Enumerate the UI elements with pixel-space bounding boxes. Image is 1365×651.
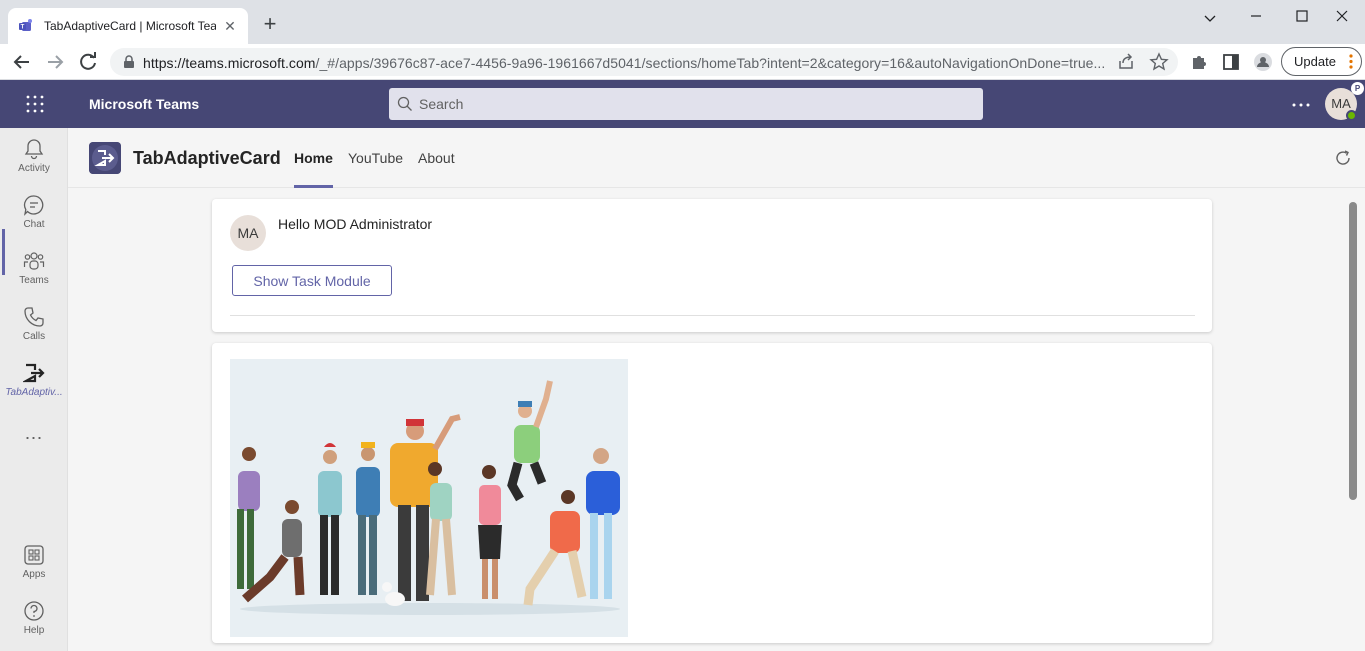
new-tab-button[interactable]: + <box>260 13 280 35</box>
more-vert-icon[interactable] <box>1349 54 1353 69</box>
rail-label-apps: Apps <box>22 569 46 580</box>
address-bar[interactable]: https://teams.microsoft.com/_#/apps/3967… <box>110 48 1178 76</box>
phone-icon <box>24 307 44 327</box>
forward-arrow-icon[interactable] <box>43 50 67 74</box>
rail-item-teams[interactable]: Teams <box>0 250 68 302</box>
app-exit-icon <box>23 363 45 383</box>
rail-label-tabadaptivecard: TabAdaptiv... <box>5 387 63 398</box>
rail-item-tabadaptivecard[interactable]: TabAdaptiv... <box>0 362 68 414</box>
more-options-icon[interactable] <box>1291 102 1311 108</box>
card-divider <box>230 315 1195 316</box>
refresh-icon[interactable] <box>1334 149 1352 167</box>
update-label: Update <box>1294 54 1336 69</box>
rail-item-apps[interactable]: Apps <box>0 544 68 596</box>
update-button[interactable]: Update <box>1281 47 1362 76</box>
card-avatar: MA <box>230 215 266 251</box>
tab-home[interactable]: Home <box>294 150 333 166</box>
app-title: TabAdaptiveCard <box>133 148 281 168</box>
url-path: /_#/apps/39676c87-ace7-4456-9a96-1961667… <box>315 55 1106 71</box>
rail-item-help[interactable]: Help <box>0 600 68 651</box>
rail-label-teams: Teams <box>19 275 49 286</box>
back-arrow-icon[interactable] <box>10 50 34 74</box>
rail-active-indicator <box>2 229 5 275</box>
rail-label-help: Help <box>23 625 45 636</box>
url-text[interactable]: https://teams.microsoft.com/_#/apps/3967… <box>143 55 1108 71</box>
url-host: https://teams.microsoft.com <box>143 55 316 71</box>
rail-item-activity[interactable]: Activity <box>0 138 68 190</box>
app-header: TabAdaptiveCard Home YouTube About <box>68 128 1365 188</box>
app-launcher-waffle-icon[interactable] <box>25 94 45 114</box>
profile-icon[interactable] <box>1253 52 1273 72</box>
profile-badge: P <box>1351 82 1364 95</box>
app-logo-icon <box>89 142 121 174</box>
teams-app-name: Microsoft Teams <box>89 96 200 112</box>
rail-item-calls[interactable]: Calls <box>0 306 68 358</box>
greeting-text: Hello MOD Administrator <box>278 216 433 232</box>
rail-label-calls: Calls <box>22 331 46 342</box>
presence-available-icon <box>1346 110 1357 121</box>
tab-youtube[interactable]: YouTube <box>348 150 403 166</box>
search-icon <box>397 96 412 111</box>
tab-about[interactable]: About <box>418 150 455 166</box>
rail-label-activity: Activity <box>18 163 50 174</box>
help-icon <box>24 601 44 621</box>
svg-text:T: T <box>21 25 25 31</box>
rail-item-chat[interactable]: Chat <box>0 194 68 246</box>
image-card <box>212 343 1212 643</box>
search-input[interactable] <box>419 88 969 120</box>
group-of-people-illustration <box>237 380 620 615</box>
side-panel-icon[interactable] <box>1221 52 1241 72</box>
rail-label-chat: Chat <box>23 219 45 230</box>
rail-more-apps[interactable]: ⋯ <box>0 428 68 448</box>
more-apps-icon: ⋯ <box>24 428 44 448</box>
app-rail: Activity Chat Teams Calls TabAdaptiv... … <box>0 128 68 651</box>
minimize-icon[interactable] <box>1188 6 1232 26</box>
bookmark-star-icon[interactable] <box>1149 52 1169 72</box>
tab-close-icon[interactable]: ✕ <box>222 18 238 34</box>
reload-icon[interactable] <box>76 50 100 74</box>
content-scrollbar[interactable] <box>1349 202 1357 500</box>
teams-icon <box>23 252 45 270</box>
bell-icon <box>24 139 44 160</box>
extensions-puzzle-icon[interactable] <box>1189 52 1209 72</box>
maximize-window-icon[interactable] <box>1280 6 1324 26</box>
search-box[interactable] <box>389 88 983 120</box>
active-tab-indicator <box>294 185 333 188</box>
show-task-module-button[interactable]: Show Task Module <box>232 265 392 296</box>
lock-icon[interactable] <box>122 55 136 69</box>
people-illustration <box>230 359 628 637</box>
teams-favicon-icon: T <box>19 19 32 31</box>
share-icon[interactable] <box>1116 52 1136 72</box>
browser-tabstrip: T TabAdaptiveCard | Microsoft Teams ✕ + <box>0 0 1365 44</box>
greeting-card: MA Hello MOD Administrator Show Task Mod… <box>212 199 1212 332</box>
apps-icon <box>24 545 44 565</box>
chat-icon <box>23 195 44 216</box>
browser-tab[interactable]: T TabAdaptiveCard | Microsoft Teams ✕ <box>8 8 248 44</box>
browser-tab-title: TabAdaptiveCard | Microsoft Teams <box>44 19 216 33</box>
teams-header: Microsoft Teams MA <box>0 80 1365 128</box>
close-window-icon[interactable] <box>1320 6 1364 26</box>
minimize-window-icon[interactable] <box>1234 6 1278 26</box>
browser-toolbar: https://teams.microsoft.com/_#/apps/3967… <box>0 44 1365 80</box>
